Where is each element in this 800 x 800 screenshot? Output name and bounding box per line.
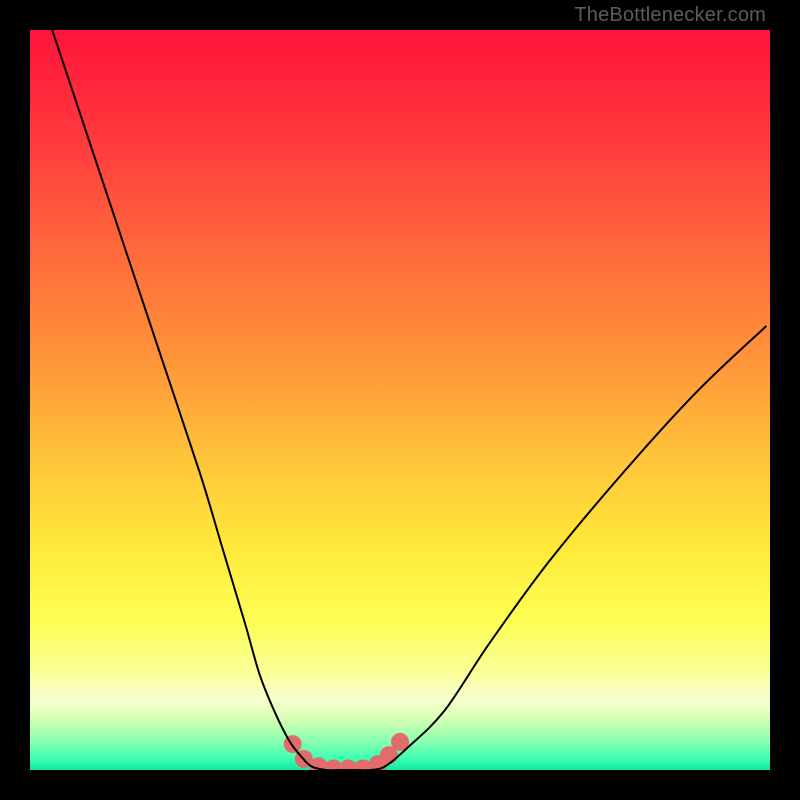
curve-layer bbox=[30, 30, 770, 770]
bottleneck-curve-line bbox=[52, 30, 766, 770]
plot-frame bbox=[30, 30, 770, 770]
watermark-text: TheBottlenecker.com bbox=[574, 4, 766, 27]
valley-markers bbox=[284, 733, 409, 770]
